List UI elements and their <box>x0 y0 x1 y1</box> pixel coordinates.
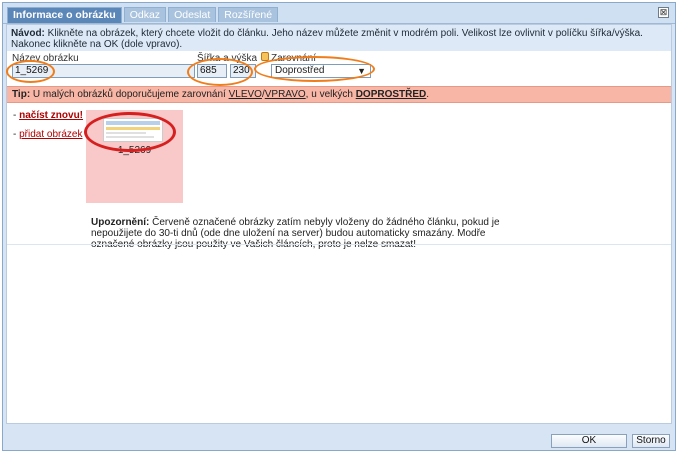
instructions-title: Návod: <box>11 28 45 39</box>
tip-title: Tip: <box>12 89 31 100</box>
tip-end: . <box>426 89 430 100</box>
tip-text: U malých obrázků doporučujeme zarovnání <box>30 89 229 100</box>
image-fields-row: Název obrázku 1_5269 Šířka a výška 685 2… <box>7 52 671 86</box>
instructions-panel: Návod: Klikněte na obrázek, který chcete… <box>7 25 671 51</box>
close-icon[interactable]: ⊠ <box>658 7 669 18</box>
tip-bar: Tip: U malých obrázků doporučujeme zarov… <box>7 86 671 103</box>
warning-text: Červeně označené obrázky zatím nebyly vl… <box>91 217 500 250</box>
align-label: Zarovnání <box>271 53 317 64</box>
align-left-link[interactable]: VLEVO <box>229 89 262 100</box>
reload-row: - načíst znovu! <box>13 110 83 121</box>
image-tile[interactable]: 1_5269 <box>86 110 183 203</box>
chevron-down-icon: ▼ <box>357 66 366 76</box>
image-gallery: - načíst znovu! - přidat obrázek 1_5269 … <box>7 104 671 250</box>
lock-icon[interactable] <box>261 52 269 61</box>
align-center-link[interactable]: DOPROSTŘED <box>356 89 427 100</box>
alignment-select[interactable]: Doprostřed ▼ <box>271 64 371 78</box>
add-row: - přidat obrázek <box>13 129 83 140</box>
image-name-input[interactable]: 1_5269 <box>12 64 195 78</box>
dialog-footer: OK Storno <box>3 427 675 451</box>
instructions-text: Klikněte na obrázek, který chcete vložit… <box>44 28 643 39</box>
warning-note: Upozornění: Červeně označené obrázky zat… <box>91 217 511 250</box>
reload-link[interactable]: načíst znovu! <box>19 110 83 121</box>
ok-button[interactable]: OK <box>551 434 627 448</box>
dialog-titlebar: Informace o obrázku Odkaz Odeslat Rozšíř… <box>3 3 675 24</box>
side-links: - načíst znovu! - přidat obrázek <box>13 110 83 140</box>
alignment-value: Doprostřed <box>275 65 325 76</box>
size-label: Šířka a výška <box>197 53 258 64</box>
tip-mid: , u velkých <box>305 89 356 100</box>
tab-image-info[interactable]: Informace o obrázku <box>7 7 122 23</box>
height-input[interactable]: 230 <box>230 64 256 78</box>
tab-link[interactable]: Odkaz <box>123 7 167 22</box>
image-thumbnail[interactable] <box>103 118 163 142</box>
dialog-content: Návod: Klikněte na obrázek, který chcete… <box>6 24 672 424</box>
image-properties-dialog: Informace o obrázku Odkaz Odeslat Rozšíř… <box>2 2 676 451</box>
image-tile-label: 1_5269 <box>117 145 152 156</box>
instructions-line-1: Návod: Klikněte na obrázek, který chcete… <box>11 28 667 39</box>
align-right-link[interactable]: VPRAVO <box>265 89 306 100</box>
tab-advanced[interactable]: Rozšířené <box>218 7 279 22</box>
tab-upload[interactable]: Odeslat <box>168 7 217 22</box>
width-input[interactable]: 685 <box>197 64 227 78</box>
warning-title: Upozornění: <box>91 217 150 228</box>
cancel-button[interactable]: Storno <box>632 434 670 448</box>
name-label: Název obrázku <box>12 53 79 64</box>
instructions-line-2: Nakonec klikněte na OK (dole vpravo). <box>11 39 183 50</box>
add-image-link[interactable]: přidat obrázek <box>19 129 82 140</box>
content-divider <box>7 244 671 245</box>
tab-bar: Informace o obrázku Odkaz Odeslat Rozšíř… <box>7 7 280 23</box>
